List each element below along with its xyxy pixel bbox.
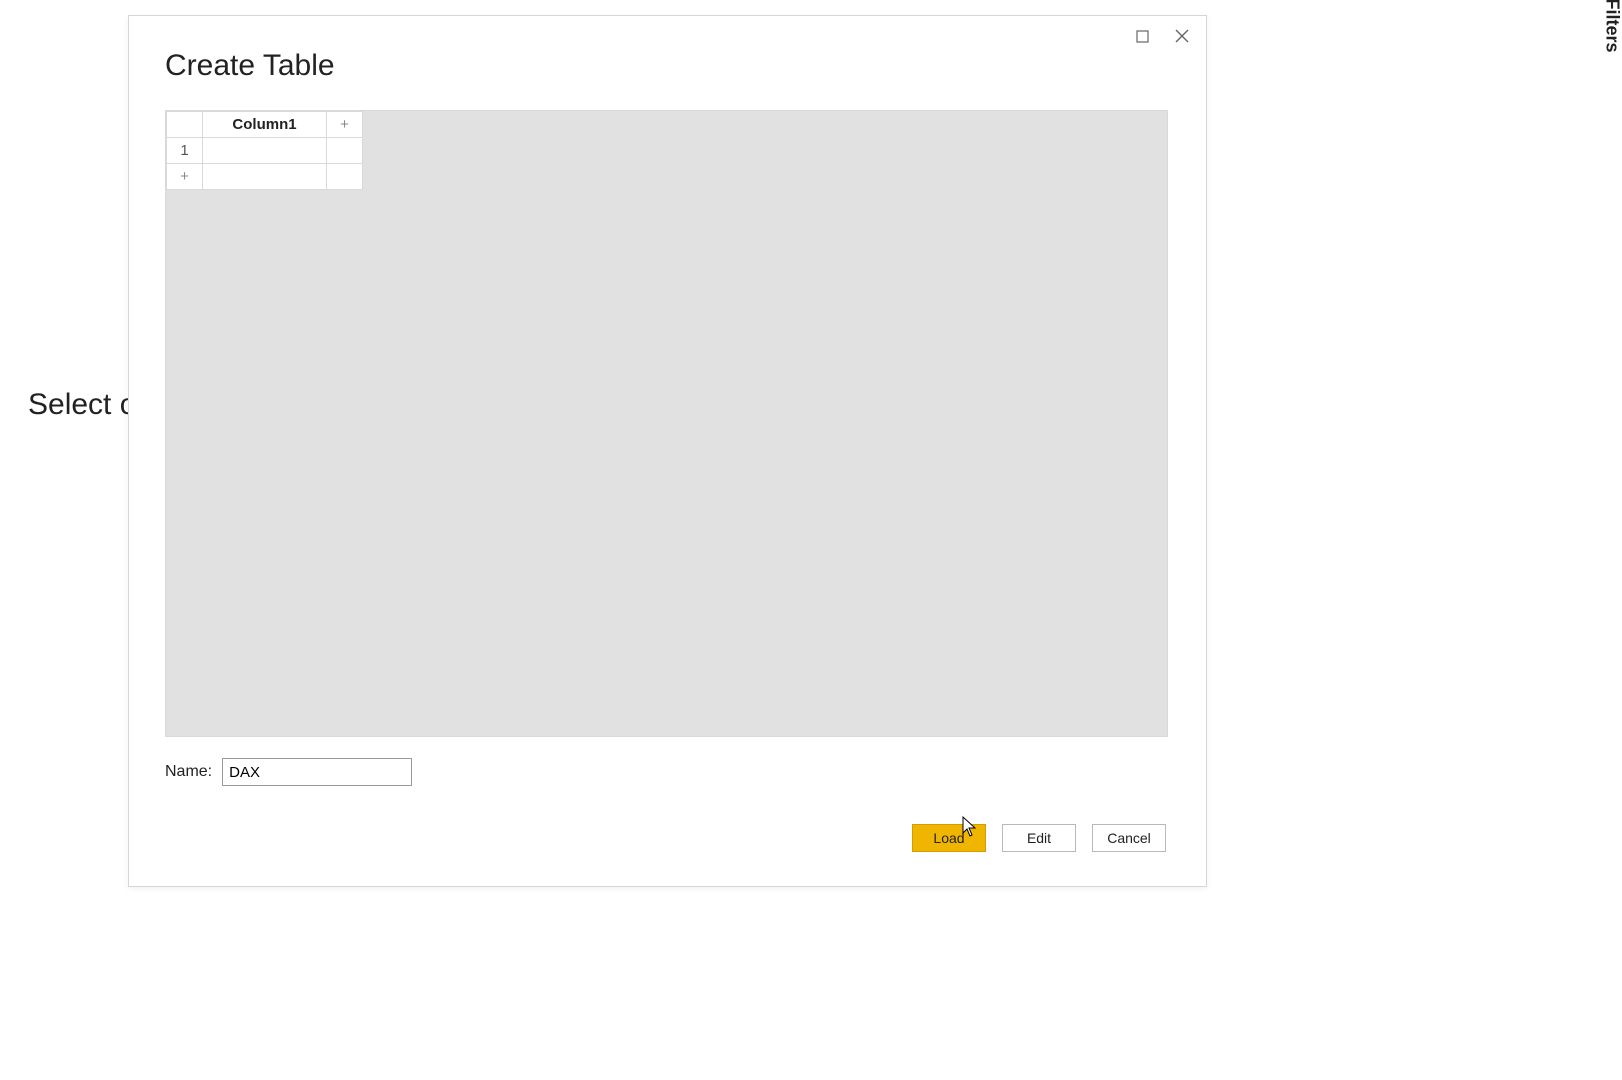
edit-button[interactable]: Edit <box>1002 824 1076 852</box>
column-header-1[interactable]: Column1 <box>203 112 327 138</box>
maximize-button[interactable] <box>1130 24 1154 48</box>
add-row-button[interactable]: + <box>167 164 203 190</box>
empty-cell-narrow <box>327 164 363 190</box>
filters-label: Filters <box>1602 0 1622 52</box>
close-icon <box>1175 29 1189 43</box>
cell-r1c1[interactable] <box>203 138 327 164</box>
name-label: Name: <box>165 763 212 781</box>
create-table-dialog: Create Table Column1 + 1 + <box>128 15 1207 887</box>
cancel-button[interactable]: Cancel <box>1092 824 1166 852</box>
row-number-1[interactable]: 1 <box>167 138 203 164</box>
add-column-button[interactable]: + <box>327 112 363 138</box>
filters-panel-tab[interactable]: Filters <box>1602 0 1622 50</box>
background-partial-text: Select o <box>28 388 136 422</box>
name-row: Name: <box>165 758 412 786</box>
dialog-title: Create Table <box>165 49 335 83</box>
table-grid-area[interactable]: Column1 + 1 + <box>165 110 1168 737</box>
table-name-input[interactable] <box>222 758 412 786</box>
maximize-icon <box>1136 30 1149 43</box>
load-button[interactable]: Load <box>912 824 986 852</box>
grid-corner-cell[interactable] <box>167 112 203 138</box>
cell-r1-extra[interactable] <box>327 138 363 164</box>
dialog-button-row: Load Edit Cancel <box>912 824 1166 852</box>
empty-cell-wide <box>203 164 327 190</box>
close-button[interactable] <box>1170 24 1194 48</box>
data-entry-grid: Column1 + 1 + <box>166 111 363 190</box>
